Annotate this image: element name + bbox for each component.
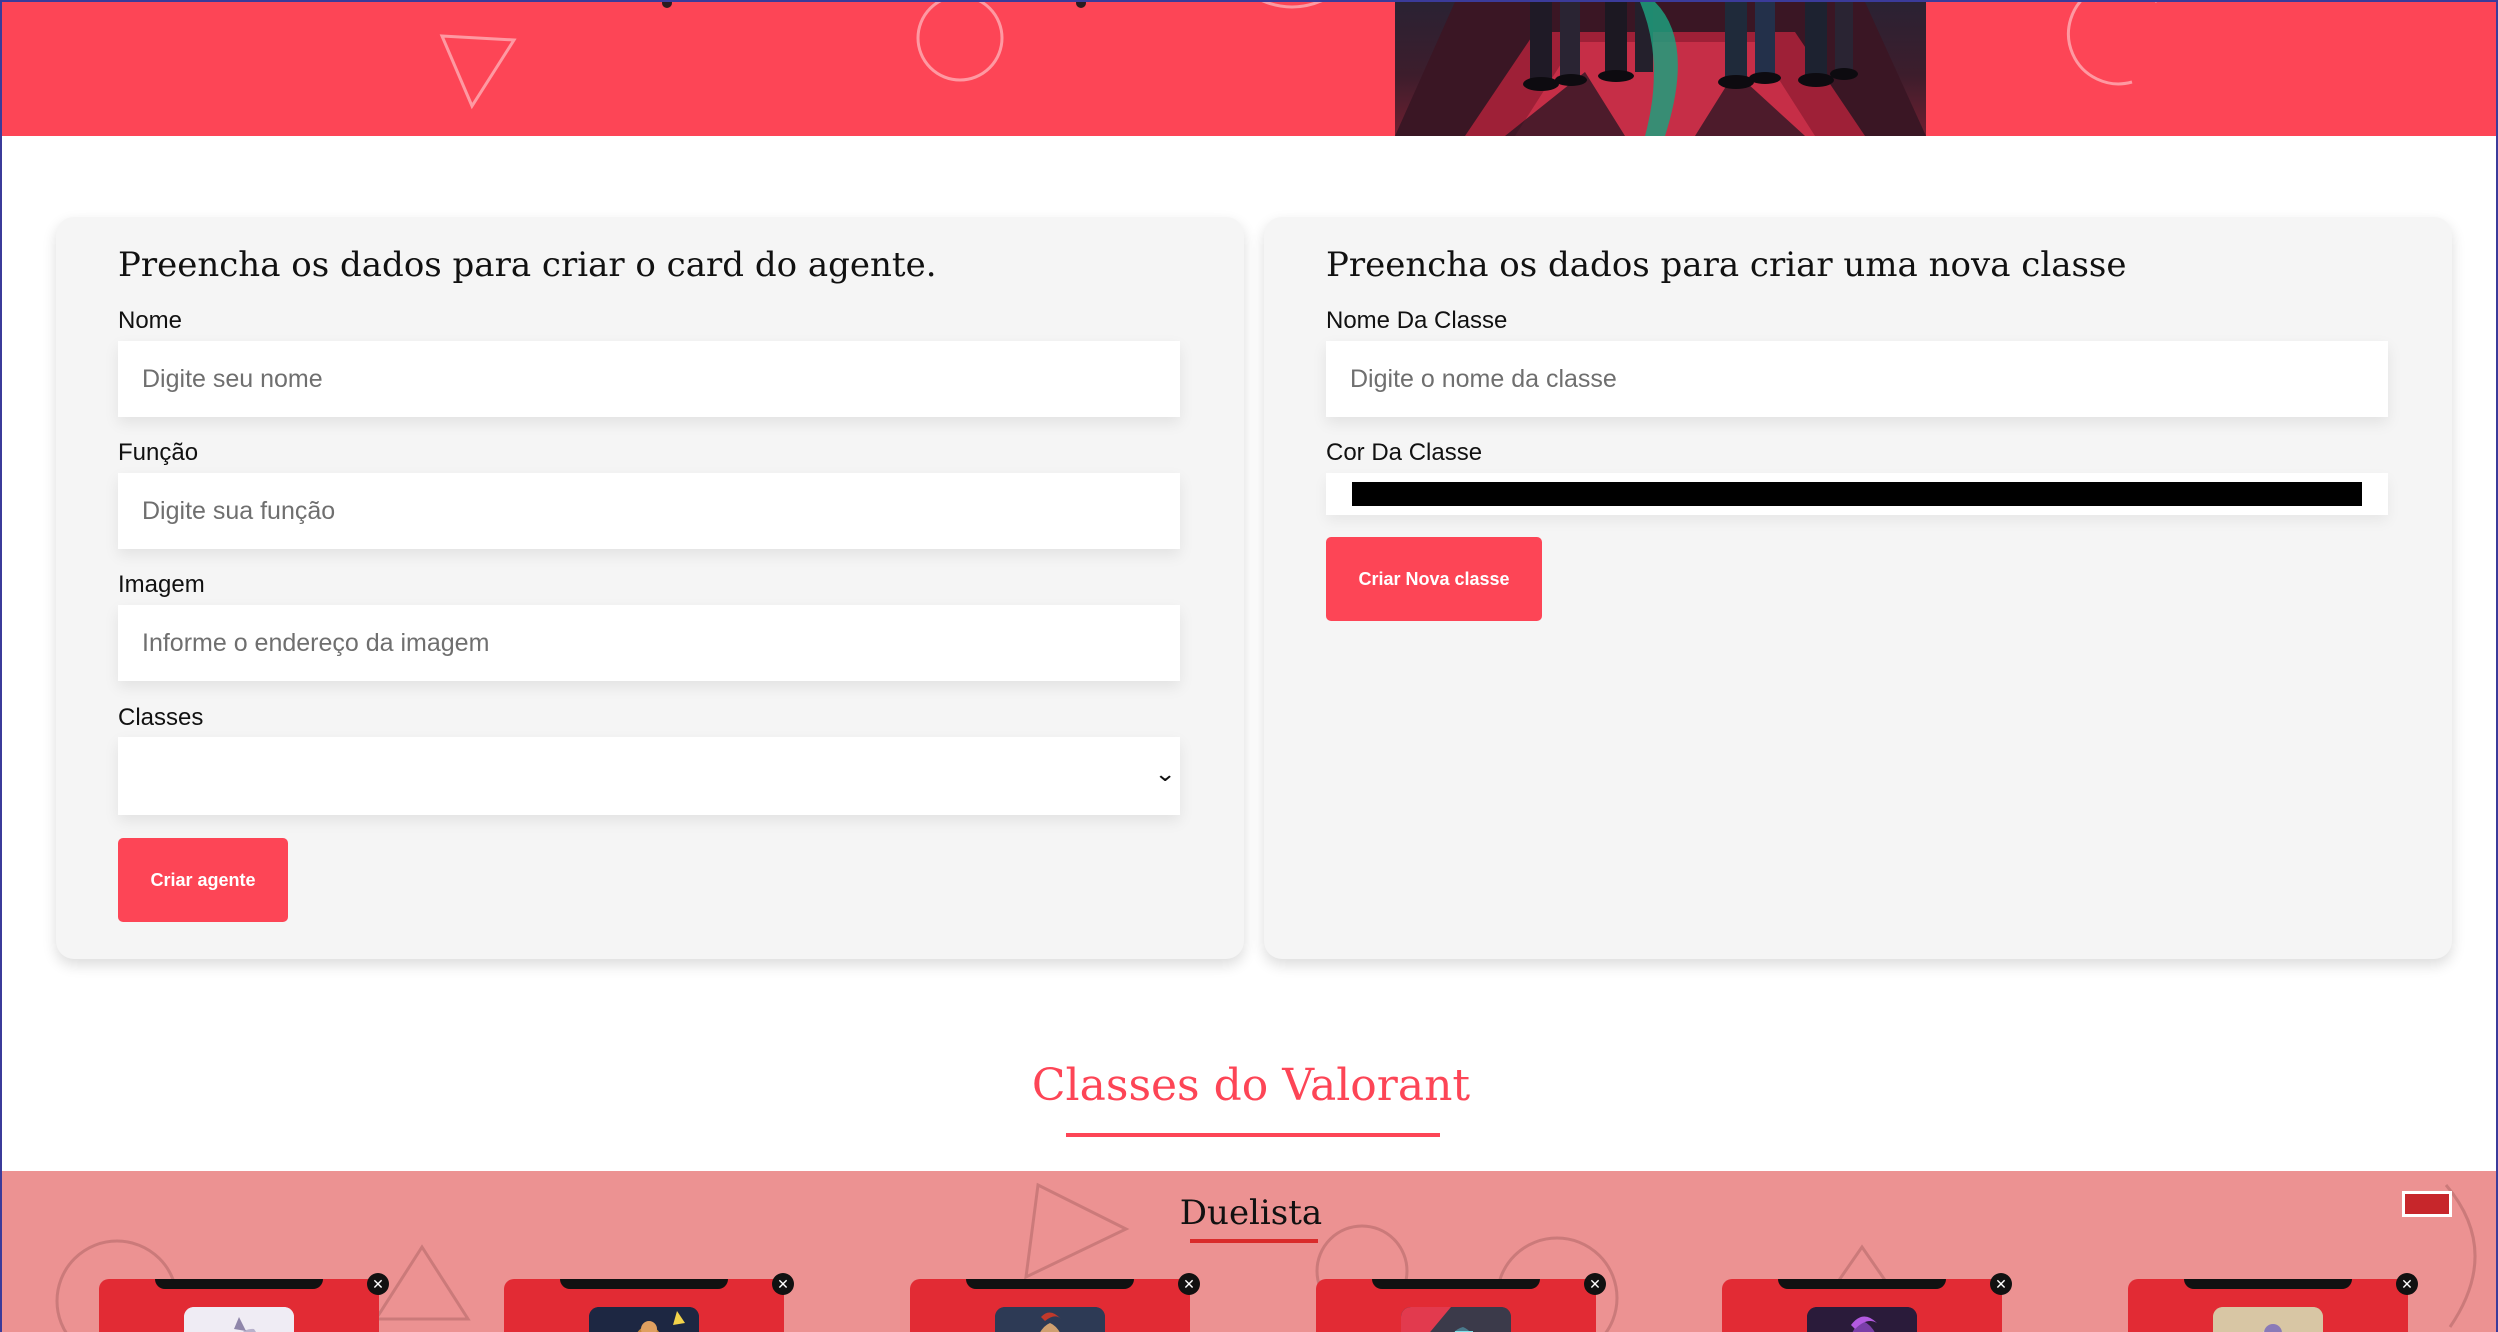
agent-portrait (184, 1307, 294, 1332)
agent-portrait (1807, 1307, 1917, 1332)
close-icon[interactable]: ✕ (772, 1273, 794, 1295)
class-name-title: Duelista (1179, 1193, 1323, 1233)
agent-portrait (995, 1307, 1105, 1332)
card-notch (2184, 1279, 2352, 1289)
image-label: Imagem (118, 571, 205, 598)
section-title-underline (1066, 1133, 1440, 1137)
agent-card: ✕ (99, 1273, 389, 1332)
agent-card: ✕ (910, 1273, 1200, 1332)
header-banner (2, 2, 2496, 136)
agent-form-title: Preencha os dados para criar o card do a… (118, 245, 937, 285)
chevron-down-icon: ⌄ (1153, 761, 1176, 786)
class-color-picker[interactable] (1326, 473, 2388, 515)
classes-select[interactable]: ⌄ (118, 737, 1180, 815)
image-url-input[interactable] (118, 605, 1180, 681)
create-agent-button[interactable]: Criar agente (118, 838, 288, 922)
close-icon[interactable]: ✕ (1178, 1273, 1200, 1295)
agents-hero-image (1395, 2, 1926, 136)
arc-outline-decoration (1261, 2, 1323, 9)
classes-section-title: Classes do Valorant (1031, 1060, 1471, 1111)
card-notch (966, 1279, 1134, 1289)
close-icon[interactable]: ✕ (1990, 1273, 2012, 1295)
agent-card: ✕ (1316, 1273, 1606, 1332)
name-input[interactable] (118, 341, 1180, 417)
class-color-input[interactable] (2402, 1191, 2452, 1217)
card-notch (155, 1279, 323, 1289)
agent-portrait (2213, 1307, 2323, 1332)
agent-card: ✕ (1722, 1273, 2012, 1332)
card-notch (560, 1279, 728, 1289)
triangle-outline-decoration (439, 34, 517, 110)
classes-label: Classes (118, 704, 204, 731)
card-notch (1778, 1279, 1946, 1289)
class-color-label: Cor Da Classe (1326, 439, 1483, 466)
class-color-swatch (1352, 482, 2362, 506)
dot-decoration (662, 2, 672, 8)
dot-decoration (1076, 2, 1086, 8)
card-notch (1372, 1279, 1540, 1289)
class-name-underline (1190, 1239, 1318, 1243)
circle-outline-decoration (2066, 2, 2157, 86)
agent-portrait (1401, 1307, 1511, 1332)
agent-card: ✕ (504, 1273, 794, 1332)
agent-card: ✕ (2128, 1273, 2418, 1332)
role-label: Função (118, 439, 199, 466)
class-name-input[interactable] (1326, 341, 2388, 417)
role-input[interactable] (118, 473, 1180, 549)
agent-portrait (589, 1307, 699, 1332)
name-label: Nome (118, 307, 183, 334)
close-icon[interactable]: ✕ (2396, 1273, 2418, 1295)
class-band-duelista: Duelista ✕ ✕ ✕ ✕ ✕ ✕ (2, 1171, 2496, 1332)
close-icon[interactable]: ✕ (367, 1273, 389, 1295)
agent-form-card: Preencha os dados para criar o card do a… (56, 217, 1244, 959)
circle-outline-decoration (916, 2, 1004, 82)
close-icon[interactable]: ✕ (1584, 1273, 1606, 1295)
create-class-button[interactable]: Criar Nova classe (1326, 537, 1542, 621)
class-name-label: Nome Da Classe (1326, 307, 1508, 334)
class-form-title: Preencha os dados para criar uma nova cl… (1326, 245, 2127, 285)
class-form-card: Preencha os dados para criar uma nova cl… (1264, 217, 2452, 959)
